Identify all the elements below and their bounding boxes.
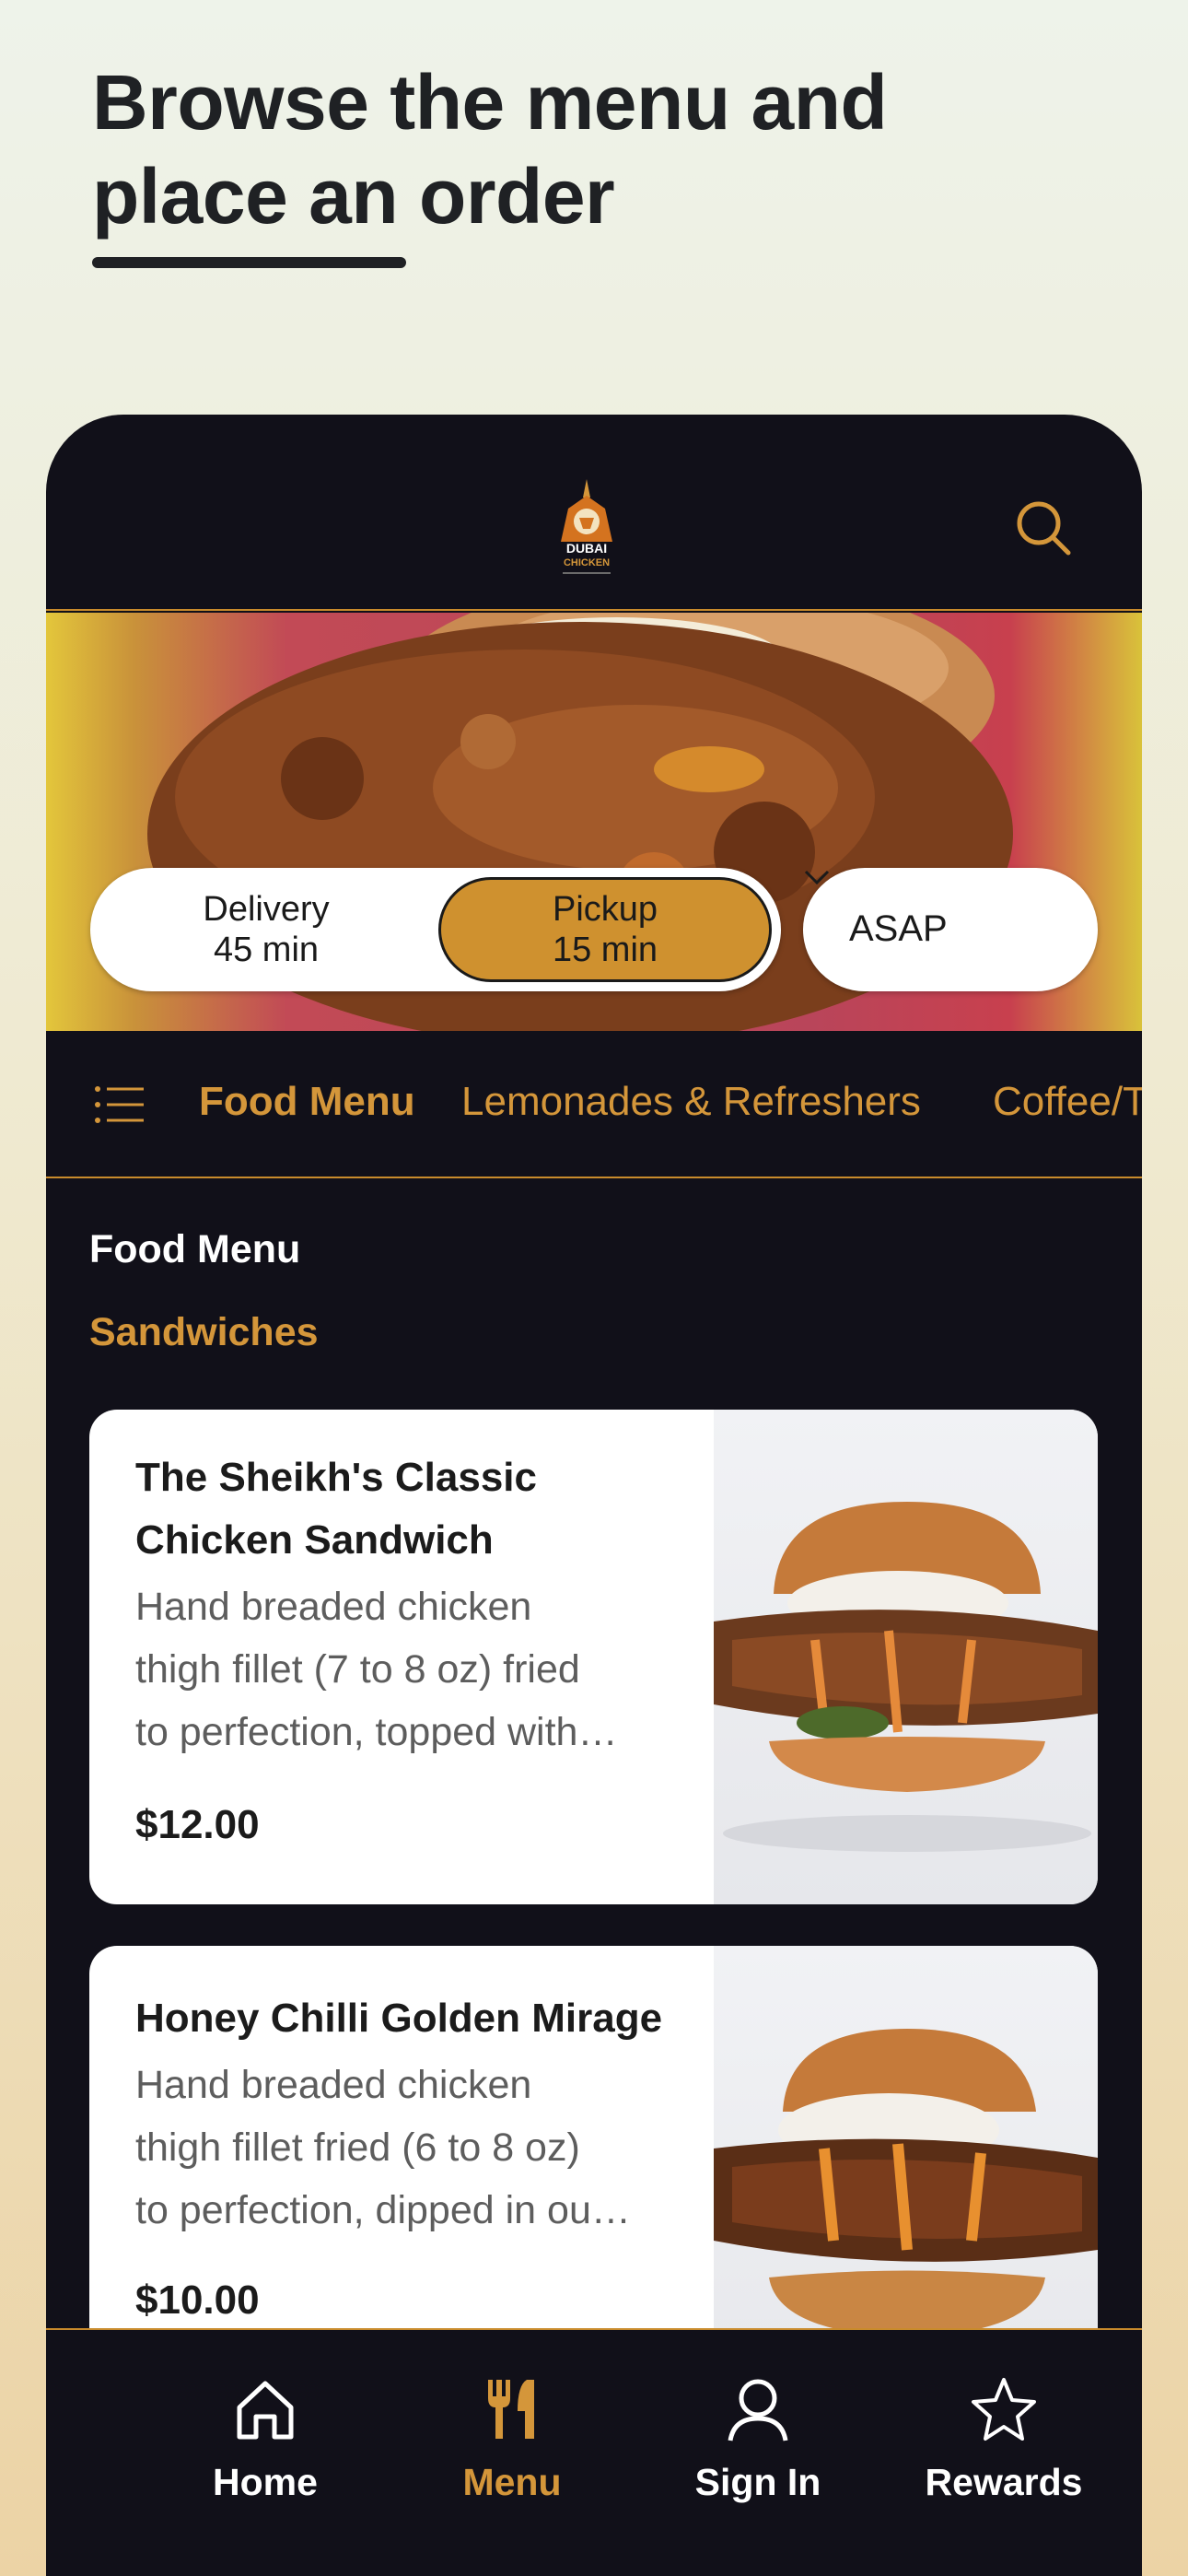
pickup-option[interactable]: Pickup 15 min: [438, 877, 772, 982]
logo-text-2: CHICKEN: [564, 557, 610, 568]
delivery-option[interactable]: Delivery 45 min: [99, 877, 433, 982]
schedule-select[interactable]: ASAP: [803, 868, 1098, 991]
menu-item-description: Hand breaded chicken thigh fillet (7 to …: [135, 1575, 706, 1763]
headline-line-1: Browse the menu and: [92, 59, 888, 146]
menu-item-name-line: Chicken Sandwich: [135, 1517, 494, 1563]
menu-item-desc-line: Hand breaded chicken: [135, 2063, 532, 2107]
menu-item-card[interactable]: The Sheikh's Classic Chicken Sandwich Ha…: [89, 1410, 1098, 1904]
user-icon: [728, 2379, 788, 2441]
nav-menu-label: Menu: [462, 2461, 562, 2503]
section-title: Food Menu: [89, 1227, 301, 1271]
menu-item-desc-line: to perfection, topped with…: [135, 1710, 618, 1754]
nav-home-label: Home: [213, 2461, 318, 2503]
menu-item-text: Honey Chilli Golden Mirage Hand breaded …: [135, 1987, 706, 2242]
dubai-chicken-logo[interactable]: DUBAI CHICKEN: [550, 477, 623, 579]
star-icon: [972, 2378, 1036, 2441]
sandwich-photo: [714, 1502, 1098, 1852]
delivery-time: 45 min: [213, 931, 320, 969]
delivery-label: Delivery: [203, 890, 330, 929]
app-screen: DUBAI CHICKEN Delivery 45 min Pickup 15 …: [46, 415, 1142, 2576]
headline-underline: [92, 257, 406, 268]
schedule-value: ASAP: [849, 908, 948, 949]
nav-sign-in[interactable]: Sign In: [657, 2376, 859, 2504]
menu-item-name-line: The Sheikh's Classic: [135, 1455, 537, 1500]
app-header: DUBAI CHICKEN: [46, 415, 1142, 611]
headline-line-2: place an order: [92, 153, 615, 240]
nav-rewards[interactable]: Rewards: [903, 2376, 1105, 2504]
page-headline: Browse the menu and place an order: [92, 55, 1013, 243]
menu-item-name: The Sheikh's Classic Chicken Sandwich: [135, 1446, 706, 1572]
category-nav: Food Menu Lemonades & Refreshers Coffee/…: [46, 1031, 1142, 1178]
hero-banner: Delivery 45 min Pickup 15 min ASAP: [46, 613, 1142, 1031]
menu-item-desc-line: thigh fillet (7 to 8 oz) fried: [135, 1647, 580, 1692]
category-list-icon[interactable]: [94, 1084, 146, 1125]
menu-item-name: Honey Chilli Golden Mirage: [135, 1996, 663, 2041]
pickup-label: Pickup: [552, 890, 658, 929]
nav-sign-in-label: Sign In: [694, 2461, 821, 2503]
section-subtitle: Sandwiches: [89, 1310, 319, 1354]
logo-text-1: DUBAI: [566, 541, 607, 556]
bottom-nav: Home Menu Sign In Rewards: [46, 2328, 1142, 2576]
menu-item-desc-line: to perfection, dipped in ou…: [135, 2188, 631, 2232]
tab-coffee-tea[interactable]: Coffee/Tea: [993, 1079, 1142, 1125]
nav-home[interactable]: Home: [164, 2376, 367, 2504]
tab-food-menu[interactable]: Food Menu: [199, 1079, 415, 1125]
menu-item-image: [714, 1410, 1098, 1904]
nav-rewards-label: Rewards: [925, 2461, 1083, 2503]
menu-item-price: $10.00: [135, 2277, 260, 2323]
chevron-down-icon: [804, 870, 830, 885]
nav-menu[interactable]: Menu: [411, 2376, 613, 2504]
fork-knife-icon: [488, 2380, 534, 2439]
menu-item-text: The Sheikh's Classic Chicken Sandwich Ha…: [135, 1446, 706, 1763]
search-icon[interactable]: [1013, 498, 1074, 558]
home-icon: [237, 2381, 294, 2440]
menu-item-description: Hand breaded chicken thigh fillet fried …: [135, 2054, 706, 2242]
menu-item-desc-line: thigh fillet fried (6 to 8 oz): [135, 2125, 580, 2170]
order-mode-toggle: Delivery 45 min Pickup 15 min: [90, 868, 781, 991]
tab-lemonades-refreshers[interactable]: Lemonades & Refreshers: [461, 1079, 921, 1125]
pickup-time: 15 min: [552, 931, 658, 969]
menu-item-desc-line: Hand breaded chicken: [135, 1585, 532, 1629]
menu-item-price: $12.00: [135, 1802, 260, 1847]
